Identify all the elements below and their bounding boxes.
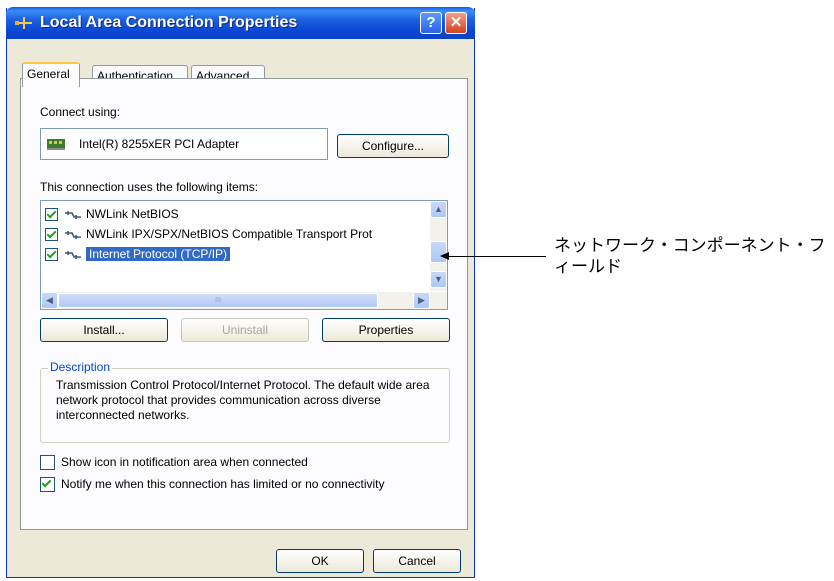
adapter-field: Intel(R) 8255xER PCI Adapter <box>40 128 328 160</box>
window-title: Local Area Connection Properties <box>40 14 298 31</box>
list-item[interactable]: NWLink NetBIOS <box>45 205 179 223</box>
network-protocol-icon <box>65 230 81 239</box>
help-button[interactable]: ? <box>420 12 442 34</box>
item-checkbox[interactable] <box>45 228 58 242</box>
annotation-label: ネットワーク・コンポーネント・フィールド <box>554 236 826 277</box>
description-title: Description <box>48 360 113 374</box>
uninstall-button: Uninstall <box>181 318 309 342</box>
notify-checkbox[interactable] <box>40 477 55 493</box>
item-checkbox[interactable] <box>45 248 58 262</box>
show-icon-option[interactable]: Show icon in notification area when conn… <box>40 454 308 471</box>
components-label: This connection uses the following items… <box>40 180 259 194</box>
annotation-arrowhead <box>440 252 449 260</box>
ok-button[interactable]: OK <box>276 549 364 573</box>
notify-label: Notify me when this connection has limit… <box>61 477 385 491</box>
item-label: NWLink IPX/SPX/NetBIOS Compatible Transp… <box>86 227 373 241</box>
scroll-down-icon[interactable]: ▼ <box>430 271 447 288</box>
annotation-line <box>442 256 546 257</box>
horizontal-scrollbar[interactable]: ◀ III ▶ <box>41 292 447 309</box>
show-icon-checkbox[interactable] <box>40 455 55 471</box>
description-text: Transmission Control Protocol/Internet P… <box>56 378 430 422</box>
network-connection-icon <box>15 17 32 29</box>
list-item-selected[interactable]: Internet Protocol (TCP/IP) <box>45 245 231 263</box>
connect-using-label: Connect using: <box>40 105 121 119</box>
network-protocol-icon <box>65 250 81 259</box>
horizontal-scroll-thumb[interactable]: III <box>58 293 378 308</box>
list-item[interactable]: NWLink IPX/SPX/NetBIOS Compatible Transp… <box>45 225 372 243</box>
show-icon-label: Show icon in notification area when conn… <box>61 455 308 469</box>
item-checkbox[interactable] <box>45 208 58 222</box>
thumb-grip-icon: III <box>215 297 221 304</box>
properties-button[interactable]: Properties <box>322 318 450 342</box>
scroll-left-icon[interactable]: ◀ <box>41 292 58 309</box>
scroll-right-icon[interactable]: ▶ <box>413 292 430 309</box>
notify-option[interactable]: Notify me when this connection has limit… <box>40 476 385 493</box>
title-bar[interactable]: Local Area Connection Properties ? ✕ <box>6 7 475 39</box>
network-adapter-icon <box>47 139 65 150</box>
adapter-name: Intel(R) 8255xER PCI Adapter <box>79 137 240 151</box>
item-label: NWLink NetBIOS <box>86 207 179 221</box>
vertical-scrollbar[interactable]: ▲ ▼ <box>430 201 447 291</box>
cancel-button[interactable]: Cancel <box>373 549 461 573</box>
scroll-up-icon[interactable]: ▲ <box>430 201 447 218</box>
install-button[interactable]: Install... <box>40 318 168 342</box>
network-protocol-icon <box>65 210 81 219</box>
item-label: Internet Protocol (TCP/IP) <box>86 247 231 261</box>
close-button[interactable]: ✕ <box>445 12 467 34</box>
configure-button[interactable]: Configure... <box>337 134 449 158</box>
tab-general[interactable]: General <box>22 62 80 87</box>
network-components-list[interactable]: NWLink NetBIOS NWLink IPX/SPX/NetBIOS Co… <box>40 200 448 310</box>
